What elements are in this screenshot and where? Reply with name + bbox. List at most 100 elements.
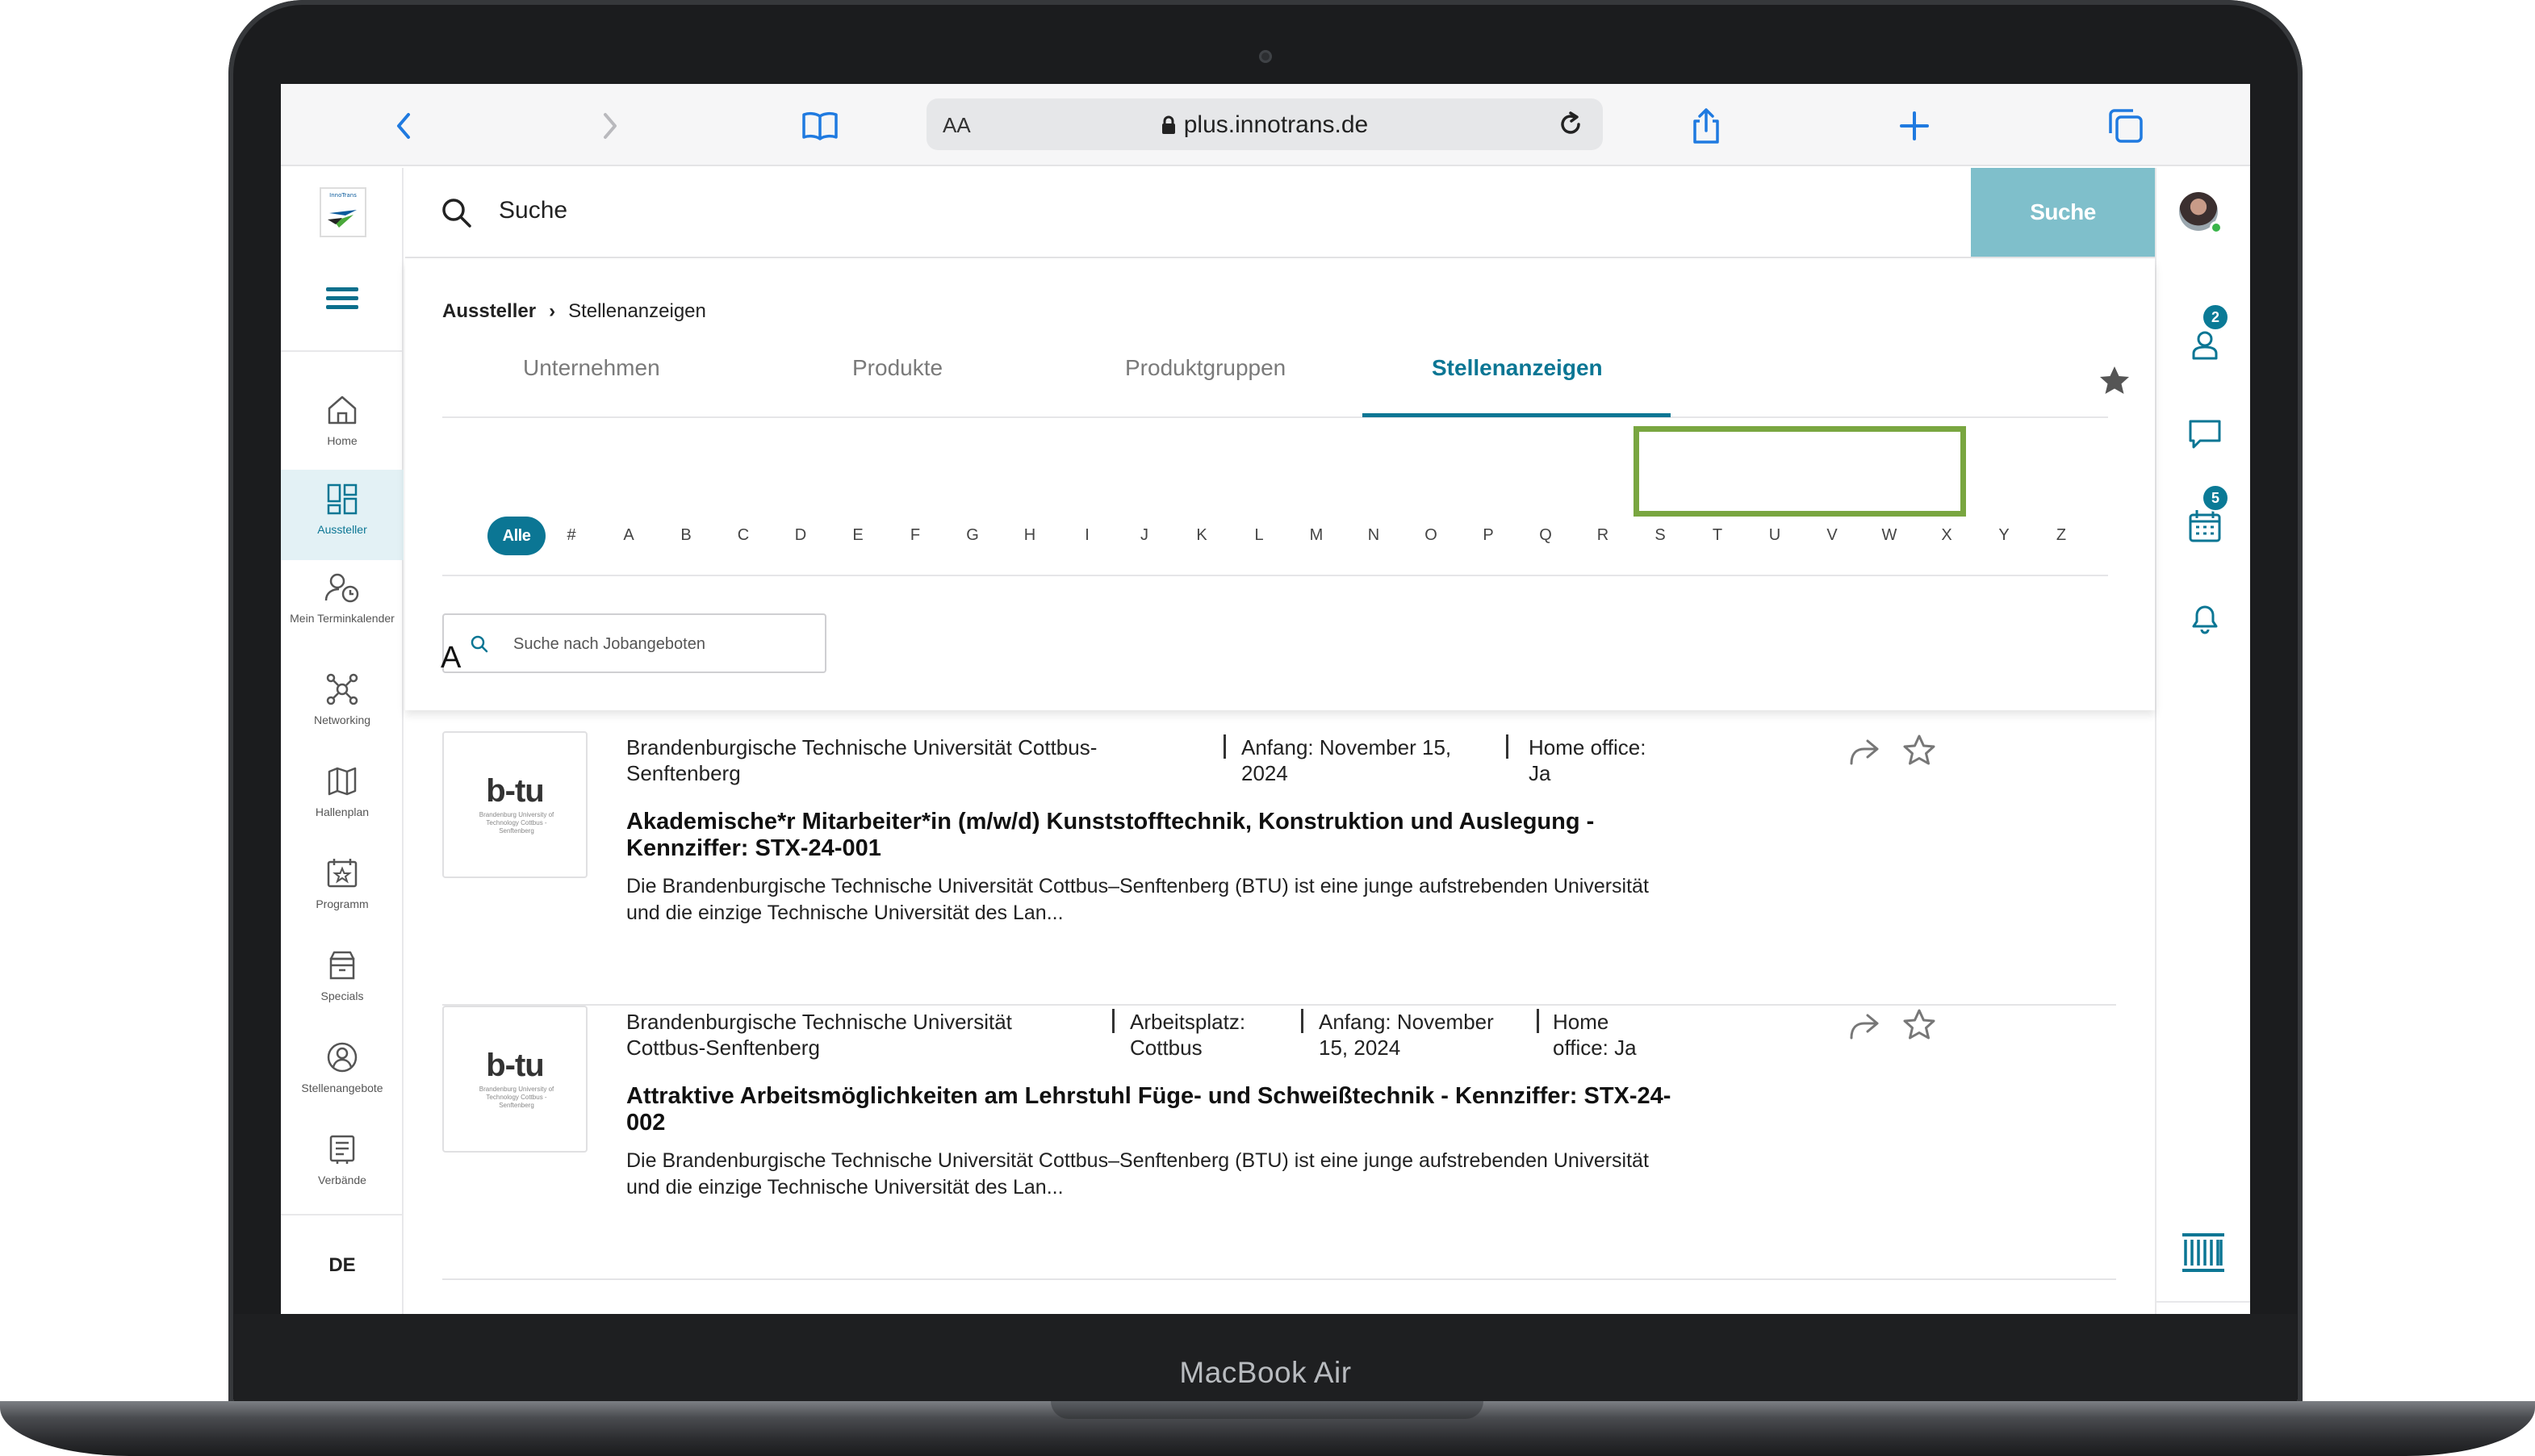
company-logo: b-tu Brandenburg University of Technolog… [442, 1006, 588, 1153]
camera [1259, 50, 1272, 63]
letter-filter[interactable]: T [1701, 526, 1734, 545]
calendar-clock-icon [324, 573, 359, 603]
active-tab-underline [1362, 413, 1671, 417]
job-search-input[interactable]: Suche nach Jobangeboten [513, 635, 705, 654]
forward-button[interactable] [591, 107, 630, 145]
tab-produkte[interactable]: Produkte [852, 355, 943, 381]
sidebar-item-home[interactable]: Home [281, 381, 404, 471]
job-title[interactable]: Akademische*r Mitarbeiter*in (m/w/d) Kun… [626, 809, 1675, 862]
letter-filter-all[interactable]: Alle [487, 517, 546, 555]
job-search-field[interactable]: Suche nach Jobangeboten [442, 613, 826, 673]
notifications-button[interactable] [2186, 599, 2224, 638]
search-button[interactable]: Suche [1971, 168, 2155, 257]
sidebar-item-stellenangebote[interactable]: Stellenangebote [281, 1028, 404, 1119]
workplace: Arbeitsplatz: Cottbus [1130, 1010, 1246, 1060]
letter-filter[interactable]: N [1357, 526, 1390, 545]
address-bar[interactable]: AA plus.innotrans.de [927, 98, 1603, 150]
contacts-badge: 2 [2202, 303, 2229, 331]
meta-separator [1301, 1009, 1303, 1033]
job-description: Die Brandenburgische Technische Universi… [626, 875, 1649, 924]
favorite-filter-star-icon[interactable] [2097, 363, 2132, 399]
letter-filter[interactable]: M [1300, 526, 1332, 545]
sidebar-item-label: Mein Terminkalender [290, 612, 395, 625]
chat-icon [2189, 420, 2221, 449]
letter-filter[interactable]: A [613, 526, 645, 545]
tabs-overview-button[interactable] [2106, 107, 2145, 145]
new-tab-button[interactable] [1895, 107, 1934, 145]
letter-filter[interactable]: Y [1988, 526, 2020, 545]
sidebar-item-verbaende[interactable]: Verbände [281, 1120, 404, 1211]
messages-button[interactable] [2186, 415, 2224, 454]
laptop-chin: MacBook Air [234, 1314, 2297, 1404]
share-arrow-icon[interactable] [1847, 1009, 1882, 1044]
hamburger-menu-button[interactable] [326, 287, 358, 312]
share-button[interactable] [1687, 107, 1726, 145]
bell-icon [2192, 605, 2218, 634]
letter-filter[interactable]: D [784, 526, 817, 545]
letter-filter[interactable]: S [1644, 526, 1676, 545]
calendar-button[interactable] [2186, 507, 2224, 546]
job-card[interactable]: b-tu Brandenburg University of Technolog… [442, 731, 2116, 1006]
letter-filter[interactable]: B [670, 526, 702, 545]
reload-button[interactable] [1556, 110, 1585, 139]
favorite-star-icon[interactable] [1901, 733, 1937, 768]
sidebar-item-hallenplan[interactable]: Hallenplan [281, 752, 404, 843]
contacts-button[interactable] [2186, 326, 2224, 365]
back-button[interactable] [384, 107, 423, 145]
share-arrow-icon[interactable] [1847, 734, 1882, 770]
letter-filter[interactable]: X [1931, 526, 1963, 545]
letter-filter[interactable]: H [1014, 526, 1046, 545]
letter-filter[interactable]: K [1186, 526, 1218, 545]
global-search-input[interactable]: Suche [499, 197, 567, 224]
tab-produktgruppen[interactable]: Produktgruppen [1125, 355, 1286, 381]
chevron-right-icon [604, 113, 617, 139]
person-icon [2192, 331, 2218, 360]
barcode-icon [2182, 1233, 2224, 1272]
barcode-button[interactable] [2179, 1230, 2228, 1275]
exhibitors-icon [327, 483, 358, 515]
letter-filter[interactable]: I [1071, 526, 1103, 545]
sidebar-item-programm[interactable]: Programm [281, 844, 404, 935]
job-card[interactable]: b-tu Brandenburg University of Technolog… [442, 1006, 2116, 1280]
letter-filter[interactable]: P [1472, 526, 1504, 545]
letter-filter[interactable]: O [1415, 526, 1447, 545]
letter-filter[interactable]: U [1759, 526, 1791, 545]
favorite-star-icon[interactable] [1901, 1007, 1937, 1043]
language-switcher[interactable]: DE [281, 1214, 404, 1314]
device-label: MacBook Air [1179, 1356, 1352, 1389]
browser-toolbar: AA plus.innotrans.de [281, 84, 2250, 166]
right-sidebar: 2 5 [2155, 168, 2250, 1314]
sidebar-item-networking[interactable]: Networking [281, 660, 404, 751]
job-title[interactable]: Attraktive Arbeitsmöglichkeiten am Lehrs… [626, 1083, 1675, 1136]
company-name: Brandenburgische Technische Universität … [626, 1010, 1012, 1060]
letter-filter[interactable]: Z [2045, 526, 2077, 545]
breadcrumb-parent[interactable]: Aussteller [442, 300, 536, 322]
plus-icon [1900, 111, 1929, 140]
letter-filter[interactable]: E [842, 526, 874, 545]
letter-filter[interactable]: G [956, 526, 989, 545]
bookmarks-button[interactable] [801, 107, 839, 145]
letter-filter[interactable]: J [1128, 526, 1161, 545]
letter-filter[interactable]: W [1873, 526, 1905, 545]
letter-filter[interactable]: L [1243, 526, 1275, 545]
tab-stellenanzeigen[interactable]: Stellenanzeigen [1432, 355, 1603, 381]
url-text: plus.innotrans.de [1183, 111, 1369, 138]
tab-unternehmen[interactable]: Unternehmen [523, 355, 660, 381]
letter-filter[interactable]: C [727, 526, 759, 545]
sidebar-item-aussteller[interactable]: Aussteller [281, 470, 404, 560]
url-display: plus.innotrans.de [927, 111, 1603, 139]
letter-filter[interactable]: F [899, 526, 931, 545]
online-status-dot [2210, 221, 2223, 234]
letter-filter[interactable]: V [1816, 526, 1848, 545]
menu-bar [326, 305, 358, 309]
program-icon [327, 859, 358, 888]
letter-filter[interactable]: R [1587, 526, 1619, 545]
sidebar-item-specials[interactable]: Specials [281, 936, 404, 1027]
sidebar-item-label: Stellenangebote [301, 1082, 383, 1094]
innotrans-logo[interactable]: InnoTrans [320, 187, 366, 237]
rightbar-divider [2156, 1301, 2250, 1303]
global-search-bar: Suche Suche [405, 168, 2165, 258]
letter-filter[interactable]: # [555, 526, 588, 545]
sidebar-item-terminkalender[interactable]: Mein Terminkalender [281, 559, 404, 659]
letter-filter[interactable]: Q [1529, 526, 1562, 545]
